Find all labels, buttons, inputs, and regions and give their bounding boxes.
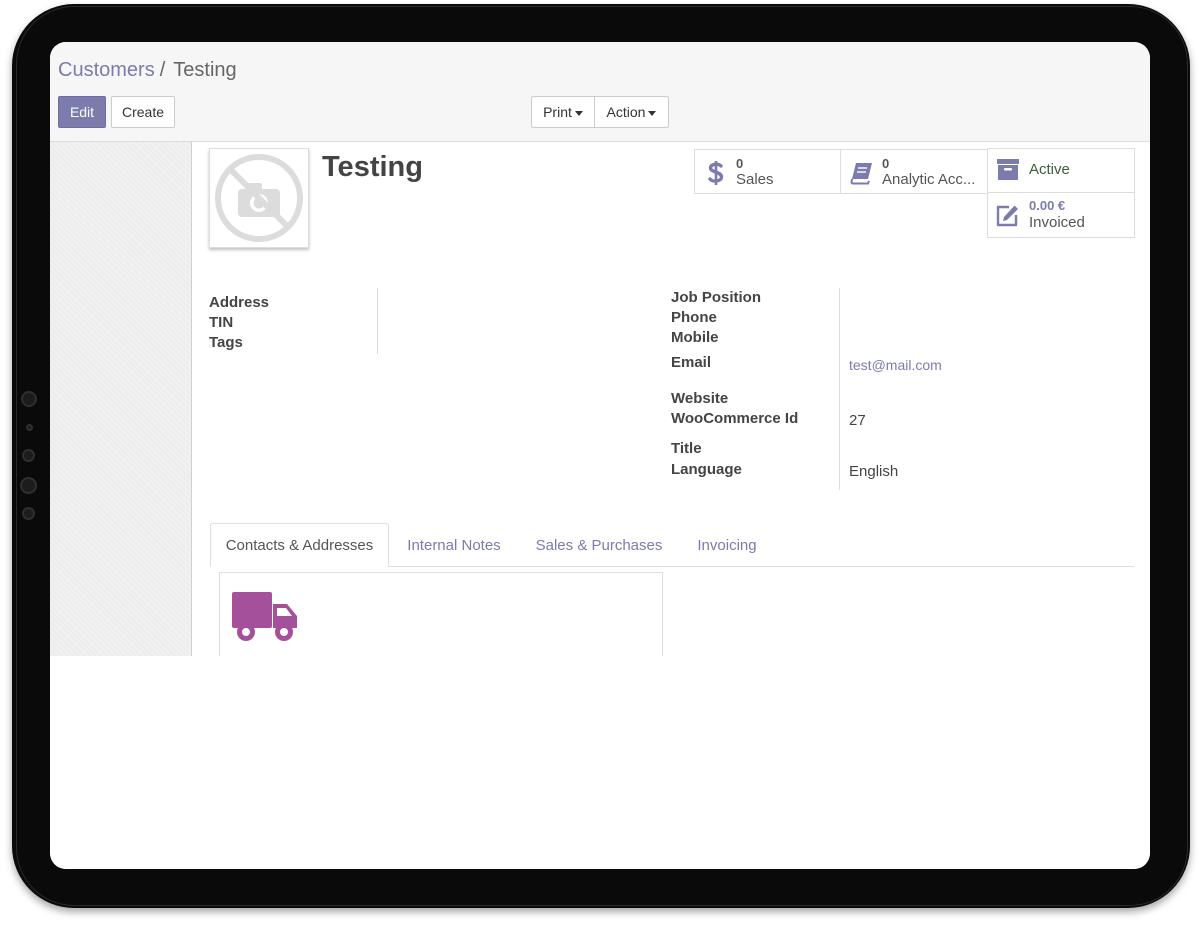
language-label: Language bbox=[671, 461, 742, 478]
contact-address-card[interactable] bbox=[219, 572, 663, 662]
email-value-link[interactable]: test@mail.com bbox=[849, 357, 942, 373]
tab-label: Invoicing bbox=[697, 536, 757, 554]
truck-icon bbox=[232, 592, 297, 641]
caret-down-icon bbox=[648, 110, 657, 116]
sales-label: Sales bbox=[736, 171, 774, 188]
breadcrumb-separator: / bbox=[159, 59, 166, 81]
action-button-label: Action bbox=[606, 104, 646, 120]
analytic-accounts-smart-button[interactable]: 0 Analytic Acc... bbox=[840, 149, 988, 194]
breadcrumb: Customers / Testing bbox=[58, 59, 237, 82]
breadcrumb-parent-link[interactable]: Customers bbox=[58, 59, 155, 81]
tab-label: Internal Notes bbox=[407, 536, 501, 554]
action-dropdown-button[interactable]: Action bbox=[594, 96, 669, 128]
tab-sales-purchases[interactable]: Sales & Purchases bbox=[525, 523, 673, 567]
tags-label: Tags bbox=[209, 334, 243, 351]
print-button-label: Print bbox=[543, 104, 572, 120]
tab-internal-notes[interactable]: Internal Notes bbox=[394, 523, 514, 567]
dollar-icon bbox=[708, 161, 724, 185]
phone-label: Phone bbox=[671, 309, 717, 326]
archive-icon bbox=[997, 159, 1019, 180]
edit-icon bbox=[996, 205, 1018, 227]
job-position-label: Job Position bbox=[671, 289, 761, 306]
analytic-accounts-label: Analytic Acc... bbox=[882, 171, 976, 188]
language-value: English bbox=[849, 463, 899, 480]
invoiced-amount: 0.00 € bbox=[1029, 198, 1066, 213]
website-label: Website bbox=[671, 390, 729, 407]
edit-button[interactable]: Edit bbox=[58, 96, 106, 128]
analytic-accounts-count: 0 bbox=[882, 156, 890, 171]
create-button-label: Create bbox=[121, 104, 165, 120]
partner-image[interactable] bbox=[209, 148, 309, 248]
right-fields-divider bbox=[839, 288, 840, 490]
address-label: Address bbox=[209, 294, 270, 311]
active-toggle-button[interactable]: Active bbox=[987, 148, 1135, 193]
tablet-sensor-dot bbox=[22, 507, 35, 520]
control-panel: Customers / Testing Edit Create Print Acti… bbox=[50, 42, 1150, 142]
tin-label: TIN bbox=[209, 314, 234, 331]
mobile-label: Mobile bbox=[671, 329, 719, 346]
screen: Customers / Testing Edit Create Print Acti… bbox=[50, 42, 1150, 869]
white-lower-area bbox=[50, 656, 1150, 869]
title-label: Title bbox=[671, 440, 702, 457]
left-fields-divider bbox=[377, 288, 378, 354]
sales-smart-button[interactable]: 0 Sales bbox=[694, 149, 841, 194]
active-status-label: Active bbox=[1029, 161, 1070, 178]
tab-label: Contacts & Addresses bbox=[225, 536, 374, 554]
invoiced-label: Invoiced bbox=[1029, 214, 1085, 231]
woocommerce-id-value: 27 bbox=[849, 412, 866, 429]
woocommerce-id-label: WooCommerce Id bbox=[671, 410, 799, 427]
email-label: Email bbox=[671, 354, 712, 371]
invoiced-smart-button[interactable]: 0.00 € Invoiced bbox=[987, 192, 1135, 238]
tab-contacts-addresses[interactable]: Contacts & Addresses bbox=[210, 523, 389, 567]
no-photo-icon bbox=[215, 154, 303, 242]
tab-label: Sales & Purchases bbox=[535, 536, 663, 554]
caret-down-icon bbox=[574, 110, 583, 116]
breadcrumb-current: Testing bbox=[173, 59, 237, 81]
tablet-camera-dot bbox=[20, 477, 37, 494]
form-background bbox=[50, 142, 192, 656]
edit-button-label: Edit bbox=[69, 104, 95, 120]
sales-count: 0 bbox=[736, 156, 744, 171]
tablet-camera-dot bbox=[21, 391, 37, 407]
create-button[interactable]: Create bbox=[111, 96, 175, 128]
print-dropdown-button[interactable]: Print bbox=[531, 96, 595, 128]
tab-invoicing[interactable]: Invoicing bbox=[685, 523, 769, 567]
book-icon bbox=[850, 163, 872, 185]
tablet-sensor-dot bbox=[22, 449, 35, 462]
tablet-sensor-dot bbox=[26, 424, 33, 431]
partner-name-title: Testing bbox=[322, 151, 423, 183]
